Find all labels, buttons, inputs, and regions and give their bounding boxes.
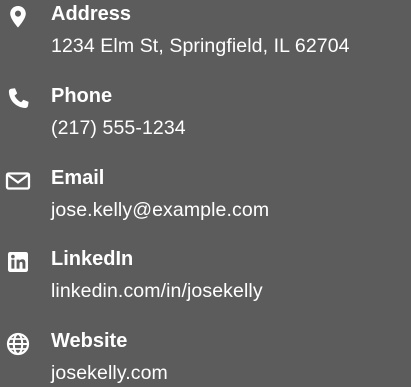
linkedin-icon [5, 249, 31, 275]
contact-item-address: Address 1234 Elm St, Springfield, IL 627… [0, 0, 411, 60]
email-label: Email [51, 167, 105, 189]
contact-item-phone: Phone (217) 555-1234 [0, 82, 411, 142]
contact-item-linkedin: LinkedIn linkedin.com/in/josekelly [0, 245, 411, 305]
address-label: Address [51, 3, 132, 25]
contact-list: Address 1234 Elm St, Springfield, IL 627… [0, 0, 411, 387]
phone-value[interactable]: (217) 555-1234 [51, 114, 186, 142]
website-label: Website [51, 330, 128, 352]
email-value[interactable]: jose.kelly@example.com [51, 196, 269, 224]
contact-item-email: Email jose.kelly@example.com [0, 164, 411, 224]
website-value[interactable]: josekelly.com [51, 359, 168, 387]
map-marker-icon [5, 4, 31, 30]
linkedin-value[interactable]: linkedin.com/in/josekelly [51, 277, 263, 305]
envelope-icon [5, 168, 31, 194]
address-value: 1234 Elm St, Springfield, IL 62704 [51, 35, 350, 57]
phone-label: Phone [51, 85, 113, 107]
contact-item-website: Website josekelly.com [0, 327, 411, 387]
globe-icon [5, 331, 31, 357]
phone-icon [5, 86, 31, 112]
linkedin-label: LinkedIn [51, 248, 134, 270]
